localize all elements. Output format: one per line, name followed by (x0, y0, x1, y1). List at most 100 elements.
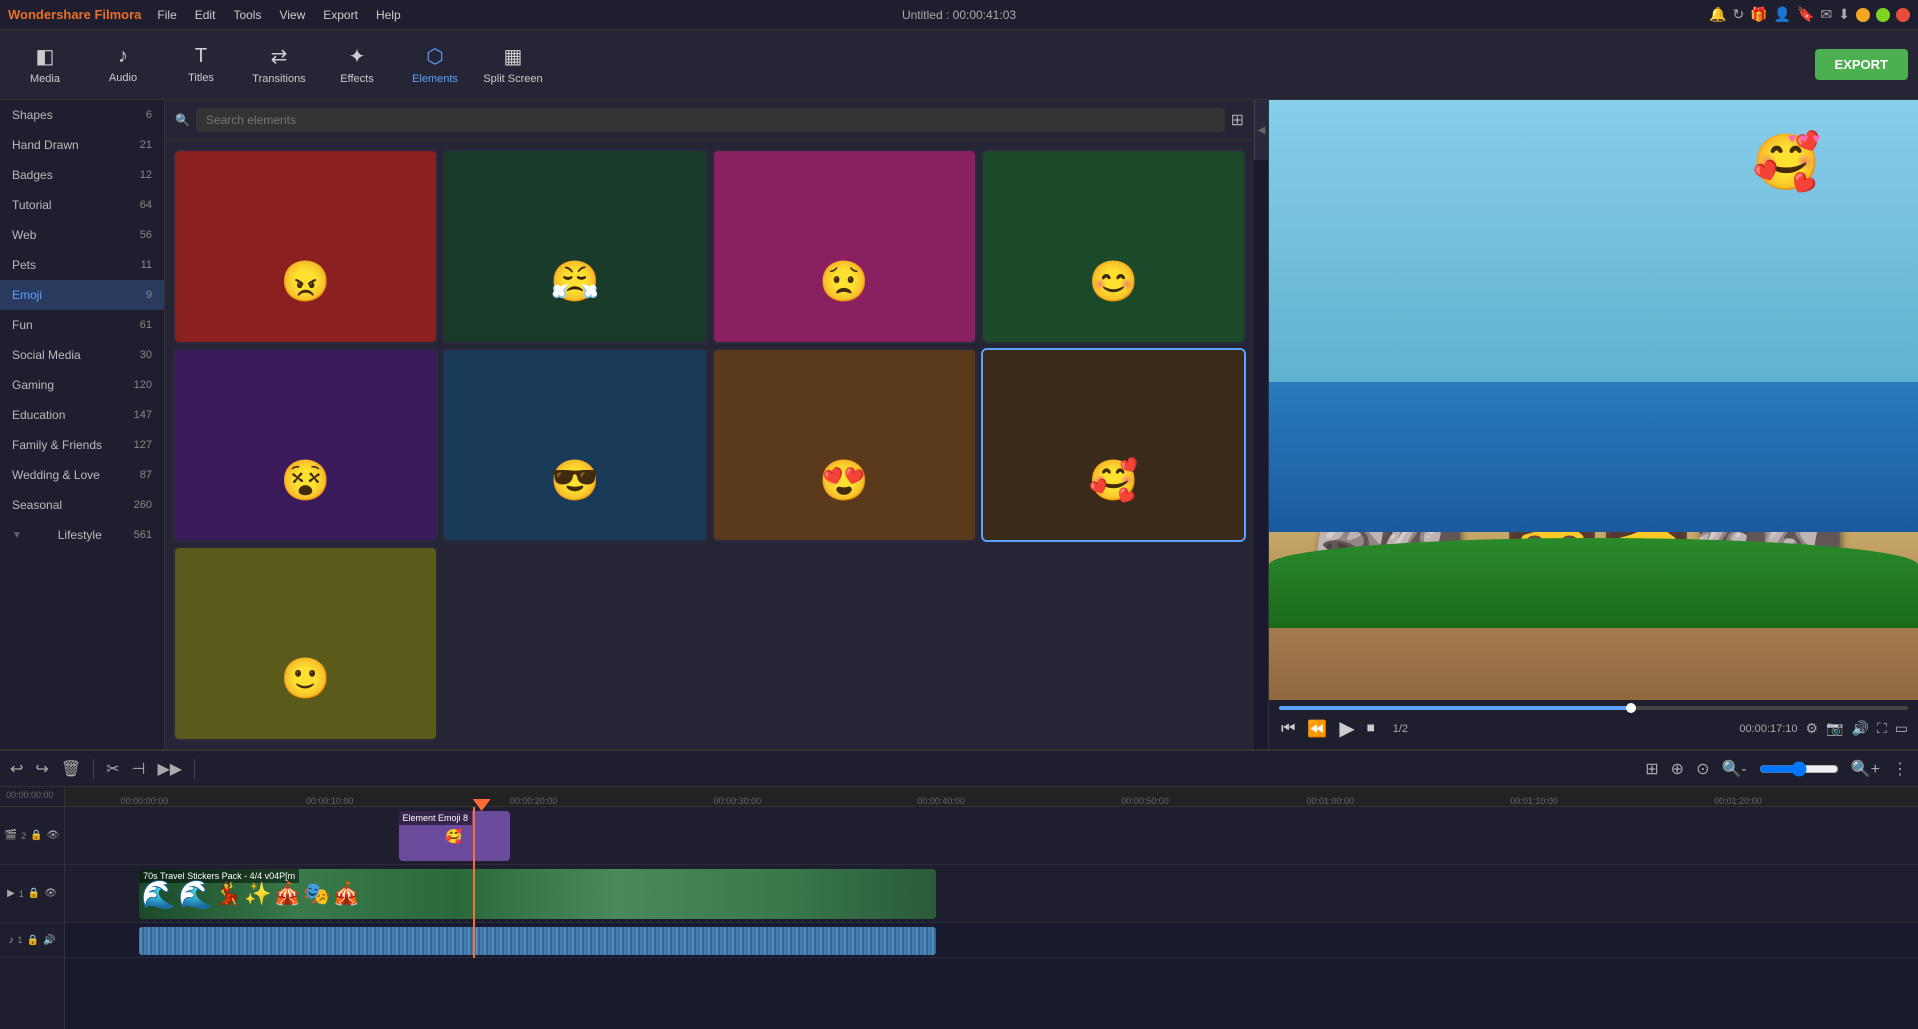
category-gaming[interactable]: Gaming 120 (0, 370, 164, 400)
toolbar-media-label: Media (30, 73, 60, 85)
notification-icon[interactable]: 🔔 (1709, 6, 1726, 23)
search-input[interactable] (196, 108, 1225, 132)
element-emoji6[interactable]: 😍 Element Emoji 6 (712, 348, 977, 543)
ruler-mark-7: 00:01:10:00 (1510, 796, 1558, 806)
toolbar-media[interactable]: ◧ Media (10, 35, 80, 95)
menu-file[interactable]: File (149, 6, 184, 24)
category-social[interactable]: Social Media 30 (0, 340, 164, 370)
fullscreen-icon[interactable]: ⛶ (1877, 720, 1887, 737)
split-tool[interactable]: ✂ (106, 759, 119, 779)
user-icon[interactable]: 👤 (1774, 6, 1791, 23)
panel-collapse-button[interactable]: ◀ (1254, 100, 1268, 160)
stop-button[interactable]: ⏹ (1365, 718, 1377, 740)
category-tutorial[interactable]: Tutorial 64 (0, 190, 164, 220)
zoom-in-tool[interactable]: 🔍+ (1851, 759, 1880, 779)
audio-mute-icon[interactable]: 🔊 (43, 935, 55, 946)
element-emoji2[interactable]: 😤 Element Emoji 2 (442, 149, 707, 344)
toolbar-elements[interactable]: ⬡ Elements (400, 35, 470, 95)
close-button[interactable] (1896, 8, 1910, 22)
video-track: 70s Travel Stickers Pack - 4/4 v04P[m 🌊 … (65, 865, 1918, 923)
zoom-out-tool[interactable]: 🔍- (1721, 759, 1746, 779)
element-emoji1[interactable]: 🙂 Element Emoji 1 (173, 546, 438, 741)
audio-clip-main[interactable] (139, 927, 936, 955)
snapshot-icon[interactable]: 📷 (1826, 720, 1843, 737)
category-wedding[interactable]: Wedding & Love 87 (0, 460, 164, 490)
grid-toggle-icon[interactable]: ⊞ (1231, 110, 1244, 130)
toolbar-splitscreen[interactable]: ▦ Split Screen (478, 35, 548, 95)
settings-icon[interactable]: ⚙ (1806, 720, 1819, 737)
ruler-mark-6: 00:01:00:00 (1307, 796, 1355, 806)
zoom-slider[interactable] (1759, 761, 1839, 777)
track2-eye-icon[interactable]: 👁 (47, 830, 60, 841)
category-education[interactable]: Education 147 (0, 400, 164, 430)
category-badges[interactable]: Badges 12 (0, 160, 164, 190)
delete-tool[interactable]: 🗑 (61, 759, 81, 779)
audio-preview-icon[interactable]: 🔊 (1852, 720, 1869, 737)
trim-tool[interactable]: ⊣ (132, 759, 146, 779)
add-track-tool[interactable]: ⊞ (1645, 759, 1658, 779)
element-emoji9[interactable]: 😎 Element Emoji 9 (442, 348, 707, 543)
play-button[interactable]: ▶ (1337, 714, 1356, 743)
timecode: 00:00:17:10 (1739, 723, 1797, 735)
redo-tool[interactable]: ↪ (35, 759, 48, 779)
timeline: ↩ ↪ 🗑 ✂ ⊣ ▶▶ ⊞ ⊕ ⊙ 🔍- 🔍+ ⋮ 00:00:00:00 🎬… (0, 749, 1918, 1029)
category-handdrawn[interactable]: Hand Drawn 21 (0, 130, 164, 160)
category-seasonal[interactable]: Seasonal 260 (0, 490, 164, 520)
category-badges-count: 12 (140, 169, 152, 181)
category-shapes[interactable]: Shapes 6 (0, 100, 164, 130)
menu-help[interactable]: Help (368, 6, 409, 24)
category-tutorial-count: 64 (140, 199, 152, 211)
skip-back-button[interactable]: ⏮ (1279, 718, 1297, 740)
export-button[interactable]: EXPORT (1815, 49, 1908, 80)
mail-icon[interactable]: ✉ (1821, 6, 1833, 23)
track1-lock-icon[interactable]: 🔒 (28, 888, 40, 899)
category-fun[interactable]: Fun 61 (0, 310, 164, 340)
element-emoji3[interactable]: 😟 Element Emoji 3 (712, 149, 977, 344)
audio-lock-icon[interactable]: 🔒 (27, 935, 39, 946)
maximize-button[interactable] (1876, 8, 1890, 22)
element-emoji4[interactable]: 😵 Element Emoji 4 (173, 348, 438, 543)
category-lifestyle[interactable]: ▼ Lifestyle 561 (0, 520, 164, 550)
titlebar-left: Wondershare Filmora File Edit Tools View… (0, 6, 409, 24)
progress-bar[interactable] (1279, 706, 1908, 710)
element-clip-emoji8[interactable]: 🥰 Element Emoji 8 (399, 811, 510, 861)
menu-export[interactable]: Export (315, 6, 366, 24)
minimize-button[interactable] (1856, 8, 1870, 22)
element-emoji8[interactable]: 🥰 Element Emoji 8 (981, 348, 1246, 543)
ruler-mark-1: 00:00:10:00 (306, 796, 354, 806)
element-emoji7[interactable]: 😠 Element Emoji 7 (173, 149, 438, 344)
toolbar-transitions[interactable]: ⇄ Transitions (244, 35, 314, 95)
progress-handle[interactable] (1626, 703, 1636, 713)
category-family[interactable]: Family & Friends 127 (0, 430, 164, 460)
menu-edit[interactable]: Edit (187, 6, 224, 24)
magnet-tool[interactable]: ⊕ (1671, 759, 1684, 779)
speed-tool[interactable]: ▶▶ (157, 759, 182, 779)
category-emoji[interactable]: Emoji 9 (0, 280, 164, 310)
gift-icon[interactable]: 🎁 (1750, 6, 1767, 23)
toolbar-titles[interactable]: T Titles (166, 35, 236, 95)
track2-lock-icon[interactable]: 🔒 (30, 830, 42, 841)
more-tool[interactable]: ⋮ (1892, 759, 1908, 779)
category-web[interactable]: Web 56 (0, 220, 164, 250)
pip-icon[interactable]: ▭ (1895, 720, 1908, 737)
undo-tool[interactable]: ↩ (10, 759, 23, 779)
bookmark-icon[interactable]: 🔖 (1797, 6, 1814, 23)
category-shapes-count: 6 (146, 109, 152, 121)
menu-tools[interactable]: Tools (225, 6, 269, 24)
category-pets[interactable]: Pets 11 (0, 250, 164, 280)
toolbar-effects[interactable]: ✦ Effects (322, 35, 392, 95)
download-icon[interactable]: ⬇ (1838, 6, 1850, 23)
track1-eye-icon[interactable]: 👁 (44, 888, 57, 899)
track-label-video: ▶ 1 🔒 👁 (0, 865, 64, 923)
step-back-button[interactable]: ⏪ (1305, 717, 1329, 741)
sync-icon[interactable]: ↻ (1732, 6, 1744, 23)
toolbar-audio-label: Audio (109, 72, 137, 84)
toolbar-audio[interactable]: ♪ Audio (88, 35, 158, 95)
video-clip-main[interactable]: 70s Travel Stickers Pack - 4/4 v04P[m 🌊 … (139, 869, 936, 919)
audio-track-label: 1 (18, 935, 23, 945)
element-emoji5[interactable]: 😊 Element Emoji 5 (981, 149, 1246, 344)
category-handdrawn-count: 21 (140, 139, 152, 151)
zoom-fit-tool[interactable]: ⊙ (1696, 759, 1709, 779)
menu-view[interactable]: View (271, 6, 313, 24)
playhead[interactable] (473, 807, 475, 958)
